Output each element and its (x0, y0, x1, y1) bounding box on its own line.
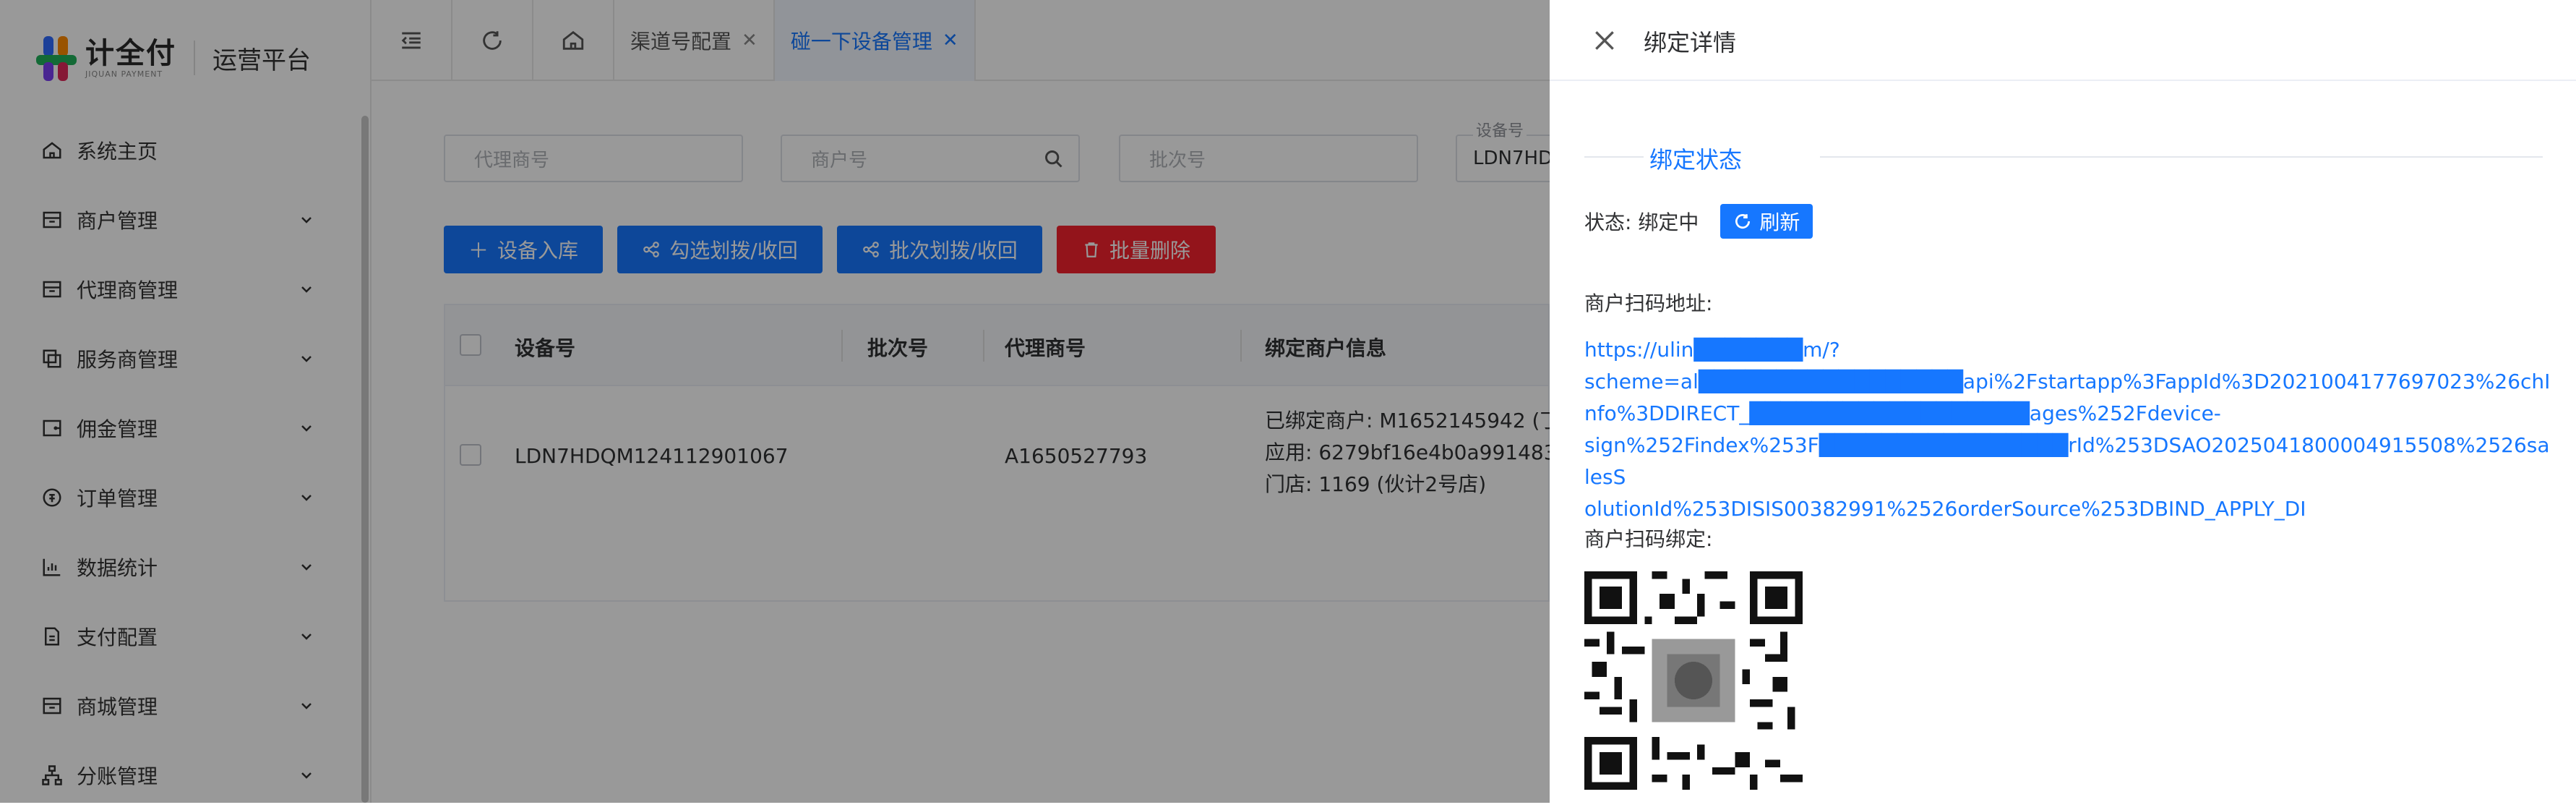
url-line: sign%252Findex%253F████████████████rId%2… (1584, 433, 2550, 489)
bind-detail-drawer: 绑定详情 绑定状态 状态: 绑定中 刷新 商户扫码地址: https://uli… (1550, 0, 2576, 803)
refresh-icon (1735, 214, 1751, 229)
qr-code (1584, 571, 1803, 790)
section-title: 绑定状态 (1649, 146, 1743, 174)
close-icon[interactable] (1590, 26, 1619, 55)
url-line: scheme=al█████████████████api%2Fstartapp… (1584, 370, 2551, 393)
button-label: 刷新 (1759, 210, 1800, 234)
drawer-title: 绑定详情 (1644, 29, 1737, 56)
url-line: olutionId%253DISIS00382991%2526orderSour… (1584, 497, 2306, 521)
section-divider: 绑定状态 (1550, 135, 2576, 178)
scan-bind-label: 商户扫码绑定: (1584, 527, 1713, 551)
scan-address-label: 商户扫码地址: (1584, 291, 1713, 315)
modal-overlay[interactable] (0, 0, 1550, 803)
refresh-button[interactable]: 刷新 (1720, 204, 1813, 239)
scan-url-link[interactable]: https://ulin███████m/? scheme=al████████… (1584, 334, 2553, 525)
url-line: nfo%3DDIRECT_██████████████████ages%252F… (1584, 401, 2221, 425)
status-text: 状态: 绑定中 (1584, 210, 1699, 234)
drawer-header: 绑定详情 (1550, 0, 2576, 81)
url-line: https://ulin███████m/? (1584, 338, 1840, 362)
bind-status: 状态: 绑定中 刷新 (1584, 204, 1813, 239)
